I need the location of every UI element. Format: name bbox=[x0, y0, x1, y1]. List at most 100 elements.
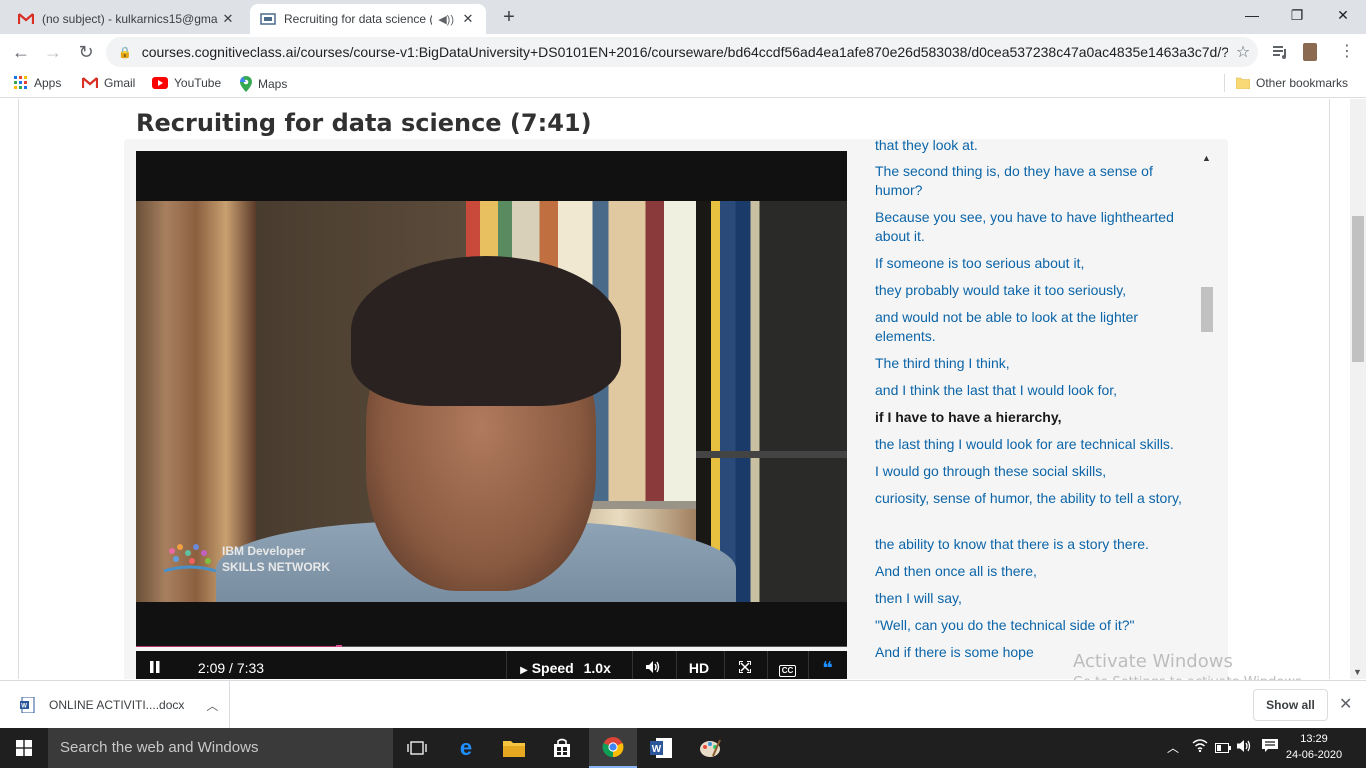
volume-icon[interactable] bbox=[1237, 728, 1253, 768]
closed-captions-icon[interactable]: CC bbox=[767, 651, 807, 679]
close-tab-icon[interactable]: ✕ bbox=[460, 11, 476, 27]
watermark-line2: SKILLS NETWORK bbox=[222, 560, 330, 574]
tab-title: (no subject) - kulkarnics15@gma bbox=[42, 12, 218, 26]
menu-kebab-icon[interactable]: ⋮ bbox=[1334, 39, 1360, 65]
video-player[interactable]: IBM Developer SKILLS NETWORK bbox=[136, 151, 847, 647]
transcript-line[interactable]: the last thing I would look for are tech… bbox=[875, 435, 1195, 454]
tab-gmail[interactable]: (no subject) - kulkarnics15@gma ✕ bbox=[8, 4, 246, 34]
ibm-skills-network-logo: IBM Developer SKILLS NETWORK bbox=[162, 541, 330, 577]
chevron-up-icon[interactable]: ︿ bbox=[206, 697, 218, 714]
video-progress-handle[interactable] bbox=[336, 645, 343, 647]
transcript-line[interactable]: Because you see, you have to have lighth… bbox=[875, 208, 1195, 246]
scroll-thumb[interactable] bbox=[1352, 216, 1364, 362]
transcript-line[interactable]: and would not be able to look at the lig… bbox=[875, 308, 1195, 346]
address-bar[interactable]: 🔒 courses.cognitiveclass.ai/courses/cour… bbox=[106, 37, 1258, 67]
chrome-icon[interactable] bbox=[589, 728, 637, 768]
minimize-button[interactable]: — bbox=[1229, 0, 1275, 30]
transcript-line[interactable]: they probably would take it too seriousl… bbox=[875, 281, 1195, 300]
maximize-button[interactable]: ❐ bbox=[1274, 0, 1320, 30]
bookmark-label: Gmail bbox=[104, 76, 136, 90]
transcript-line[interactable]: if I have to have a hierarchy, bbox=[875, 408, 1195, 427]
volume-icon[interactable] bbox=[632, 651, 672, 679]
audio-playing-icon[interactable]: ◀)) bbox=[438, 13, 454, 26]
bookmarks-divider bbox=[1224, 74, 1225, 92]
page-scrollbar[interactable]: ▼ bbox=[1350, 99, 1366, 679]
transcript-panel[interactable]: that they look at. The second thing is, d… bbox=[862, 139, 1202, 679]
hd-button[interactable]: HD bbox=[676, 651, 721, 679]
bookmark-apps[interactable]: Apps bbox=[14, 76, 61, 90]
transcript-line[interactable]: If someone is too serious about it, bbox=[875, 254, 1195, 273]
windows-start-icon[interactable] bbox=[0, 728, 48, 768]
new-tab-button[interactable]: + bbox=[497, 6, 521, 30]
bookmark-gmail[interactable]: Gmail bbox=[82, 76, 135, 90]
transcript-line[interactable]: and I think the last that I would look f… bbox=[875, 381, 1195, 400]
taskbar-search-input[interactable]: Search the web and Windows bbox=[48, 728, 393, 768]
forward-icon[interactable]: → bbox=[40, 39, 66, 65]
download-item[interactable]: W ONLINE ACTIVITI....docx ︿ bbox=[0, 681, 230, 729]
video-progress-fill bbox=[136, 646, 339, 647]
tab-title: Recruiting for data science ( bbox=[284, 12, 433, 26]
url-text[interactable]: courses.cognitiveclass.ai/courses/course… bbox=[142, 44, 1228, 60]
transcript-line[interactable]: The second thing is, do they have a sens… bbox=[875, 162, 1195, 200]
play-arrow-icon: ▶ bbox=[520, 665, 528, 676]
edge-browser-icon[interactable]: e bbox=[442, 728, 490, 768]
lock-icon[interactable]: 🔒 bbox=[118, 46, 132, 59]
speed-button[interactable]: ▶ Speed 1.0x bbox=[506, 651, 624, 679]
close-window-button[interactable]: ✕ bbox=[1320, 0, 1366, 30]
video-progress-bar[interactable] bbox=[136, 645, 847, 647]
video-frame[interactable]: IBM Developer SKILLS NETWORK bbox=[136, 201, 847, 602]
transcript-line[interactable]: And then once all is there, bbox=[875, 562, 1195, 581]
reload-icon[interactable]: ↻ bbox=[73, 39, 99, 65]
close-icon[interactable]: ✕ bbox=[1339, 694, 1352, 714]
bookmarks-bar: Apps Gmail YouTube Maps Other bookmarks bbox=[0, 70, 1366, 98]
speed-label: Speed bbox=[531, 660, 574, 676]
bookmark-youtube[interactable]: YouTube bbox=[152, 76, 221, 90]
bookshelf-image bbox=[696, 201, 847, 602]
show-all-button[interactable]: Show all bbox=[1253, 689, 1328, 721]
tab-course[interactable]: Recruiting for data science ( ◀)) ✕ bbox=[250, 4, 486, 34]
transcript-line[interactable]: The third thing I think, bbox=[875, 354, 1195, 373]
activate-title: Activate Windows bbox=[1073, 651, 1233, 672]
apps-grid-icon bbox=[14, 76, 28, 90]
bookmark-other[interactable]: Other bookmarks bbox=[1236, 76, 1348, 90]
store-icon[interactable] bbox=[538, 728, 586, 768]
task-view-icon[interactable] bbox=[393, 728, 441, 768]
transcript-line[interactable]: I would go through these social skills, bbox=[875, 462, 1195, 481]
page-border bbox=[18, 99, 19, 679]
transcript-line[interactable]: the ability to know that there is a stor… bbox=[875, 535, 1195, 554]
scroll-thumb[interactable] bbox=[1201, 287, 1213, 332]
word-icon[interactable]: W bbox=[637, 728, 685, 768]
maps-icon bbox=[240, 76, 252, 92]
page-content: Recruiting for data science (7:41) IBM D… bbox=[0, 99, 1366, 679]
profile-avatar[interactable] bbox=[1303, 43, 1317, 61]
download-filename[interactable]: ONLINE ACTIVITI....docx bbox=[49, 698, 184, 712]
video-controls: 2:09 / 7:33 ▶ Speed 1.0x HD CC ❝ bbox=[136, 651, 847, 679]
media-control-icon[interactable] bbox=[1271, 43, 1289, 61]
taskbar-clock[interactable]: 13:29 24-06-2020 bbox=[1284, 731, 1344, 763]
show-hidden-icons-icon[interactable]: ︿ bbox=[1167, 728, 1179, 768]
clock-date: 24-06-2020 bbox=[1285, 749, 1343, 761]
scroll-up-icon[interactable]: ▲ bbox=[1202, 153, 1211, 163]
back-icon[interactable]: ← bbox=[8, 39, 34, 65]
transcript-line[interactable]: that they look at. bbox=[875, 139, 1195, 155]
transcript-toggle-icon[interactable]: ❝ bbox=[808, 651, 846, 679]
pause-icon[interactable] bbox=[144, 651, 166, 679]
transcript-scrollbar[interactable]: ▲ bbox=[1200, 151, 1214, 679]
speed-value: 1.0x bbox=[583, 660, 611, 676]
file-explorer-icon[interactable] bbox=[490, 728, 538, 768]
wifi-icon[interactable] bbox=[1192, 728, 1208, 768]
paint-icon[interactable] bbox=[686, 728, 734, 768]
fullscreen-icon[interactable] bbox=[724, 651, 764, 679]
battery-icon[interactable] bbox=[1215, 728, 1231, 768]
bookmark-label: Maps bbox=[258, 77, 288, 91]
close-tab-icon[interactable]: ✕ bbox=[220, 11, 236, 27]
word-document-icon: W bbox=[20, 696, 36, 714]
transcript-line[interactable]: curiosity, sense of humor, the ability t… bbox=[875, 489, 1195, 508]
clock-time: 13:29 bbox=[1300, 733, 1328, 745]
scroll-down-icon[interactable]: ▼ bbox=[1353, 667, 1362, 677]
transcript-line[interactable]: "Well, can you do the technical side of … bbox=[875, 616, 1195, 635]
transcript-line[interactable]: then I will say, bbox=[875, 589, 1195, 608]
bookmark-maps[interactable]: Maps bbox=[240, 76, 287, 92]
action-center-icon[interactable] bbox=[1262, 728, 1278, 768]
bookmark-star-icon[interactable]: ☆ bbox=[1228, 42, 1258, 62]
